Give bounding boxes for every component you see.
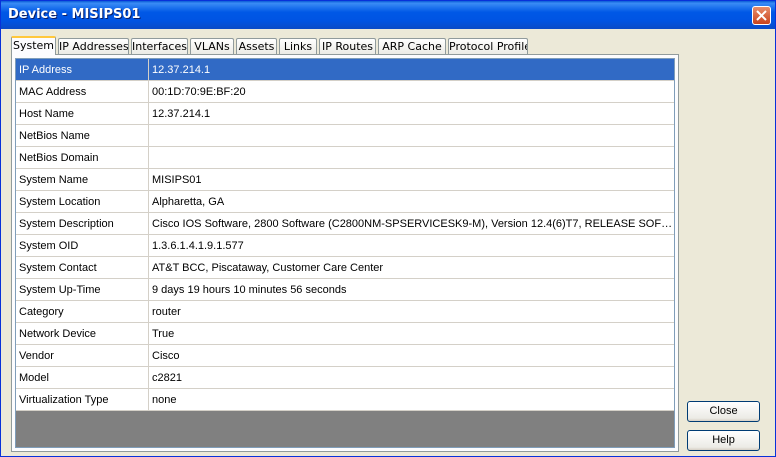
property-value: 00:1D:70:9E:BF:20 [148, 80, 674, 103]
property-value: router [148, 300, 674, 323]
property-row[interactable]: NetBios Domain [16, 146, 674, 169]
property-row[interactable]: IP Address 12.37.214.1 [16, 59, 674, 81]
property-value: 12.37.214.1 [148, 102, 674, 125]
property-name: System Contact [16, 256, 149, 279]
property-name: Network Device [16, 322, 149, 345]
property-row[interactable]: Category router [16, 300, 674, 323]
property-value: c2821 [148, 366, 674, 389]
property-row[interactable]: System Location Alpharetta, GA [16, 190, 674, 213]
tab-arp-cache[interactable]: ARP Cache [378, 38, 446, 54]
property-name: Category [16, 300, 149, 323]
tab-vlans[interactable]: VLANs [190, 38, 234, 54]
property-row[interactable]: Host Name 12.37.214.1 [16, 102, 674, 125]
property-row[interactable]: Model c2821 [16, 366, 674, 389]
tab-links[interactable]: Links [279, 38, 317, 54]
help-button[interactable]: Help [687, 430, 760, 451]
tab-protocol-profile[interactable]: Protocol Profile [448, 38, 528, 54]
property-value: 12.37.214.1 [148, 59, 674, 81]
property-row[interactable]: Virtualization Type none [16, 388, 674, 411]
property-name: MAC Address [16, 80, 149, 103]
property-value: AT&T BCC, Piscataway, Customer Care Cent… [148, 256, 674, 279]
property-name: Model [16, 366, 149, 389]
tab-ip-addresses[interactable]: IP Addresses [58, 38, 129, 54]
window-close-button[interactable] [752, 6, 771, 25]
device-dialog: Device - MISIPS01 System IP Addresses In… [0, 0, 776, 457]
close-button[interactable]: Close [687, 401, 760, 422]
property-value [148, 146, 674, 169]
property-name: Virtualization Type [16, 388, 149, 411]
property-name: NetBios Name [16, 124, 149, 147]
property-value: 1.3.6.1.4.1.9.1.577 [148, 234, 674, 257]
property-row[interactable]: Network Device True [16, 322, 674, 345]
property-row[interactable]: System Up-Time 9 days 19 hours 10 minutes… [16, 278, 674, 301]
property-name: System Description [16, 212, 149, 235]
property-row[interactable]: System Description Cisco IOS Software, 28… [16, 212, 674, 235]
property-value: Cisco [148, 344, 674, 367]
property-value [148, 124, 674, 147]
properties-table: IP Address 12.37.214.1 MAC Address 00:1D:70… [16, 59, 674, 411]
tab-interfaces[interactable]: Interfaces [131, 38, 188, 54]
property-name: IP Address [16, 59, 149, 81]
property-name: NetBios Domain [16, 146, 149, 169]
tab-system[interactable]: System [11, 36, 56, 55]
property-value: Cisco IOS Software, 2800 Software (C2800… [148, 212, 674, 235]
property-name: System Name [16, 168, 149, 191]
property-row[interactable]: NetBios Name [16, 124, 674, 147]
close-icon [756, 10, 767, 21]
title-bar[interactable]: Device - MISIPS01 [1, 1, 775, 29]
property-row[interactable]: System Contact AT&T BCC, Piscataway, Cust… [16, 256, 674, 279]
tab-assets[interactable]: Assets [236, 38, 277, 54]
property-row[interactable]: System OID 1.3.6.1.4.1.9.1.577 [16, 234, 674, 257]
property-value: True [148, 322, 674, 345]
tab-ip-routes[interactable]: IP Routes [319, 38, 376, 54]
property-name: Vendor [16, 344, 149, 367]
property-name: System OID [16, 234, 149, 257]
window-title: Device - MISIPS01 [8, 7, 141, 22]
property-value: Alpharetta, GA [148, 190, 674, 213]
properties-grid[interactable]: IP Address 12.37.214.1 MAC Address 00:1D:70… [15, 58, 675, 448]
property-row[interactable]: Vendor Cisco [16, 344, 674, 367]
tab-panel-system: IP Address 12.37.214.1 MAC Address 00:1D:70… [11, 54, 679, 452]
property-value: none [148, 388, 674, 411]
property-name: System Location [16, 190, 149, 213]
property-row[interactable]: System Name MISIPS01 [16, 168, 674, 191]
property-value: 9 days 19 hours 10 minutes 56 seconds [148, 278, 674, 301]
property-name: Host Name [16, 102, 149, 125]
property-name: System Up-Time [16, 278, 149, 301]
property-value: MISIPS01 [148, 168, 674, 191]
property-row[interactable]: MAC Address 00:1D:70:9E:BF:20 [16, 80, 674, 103]
